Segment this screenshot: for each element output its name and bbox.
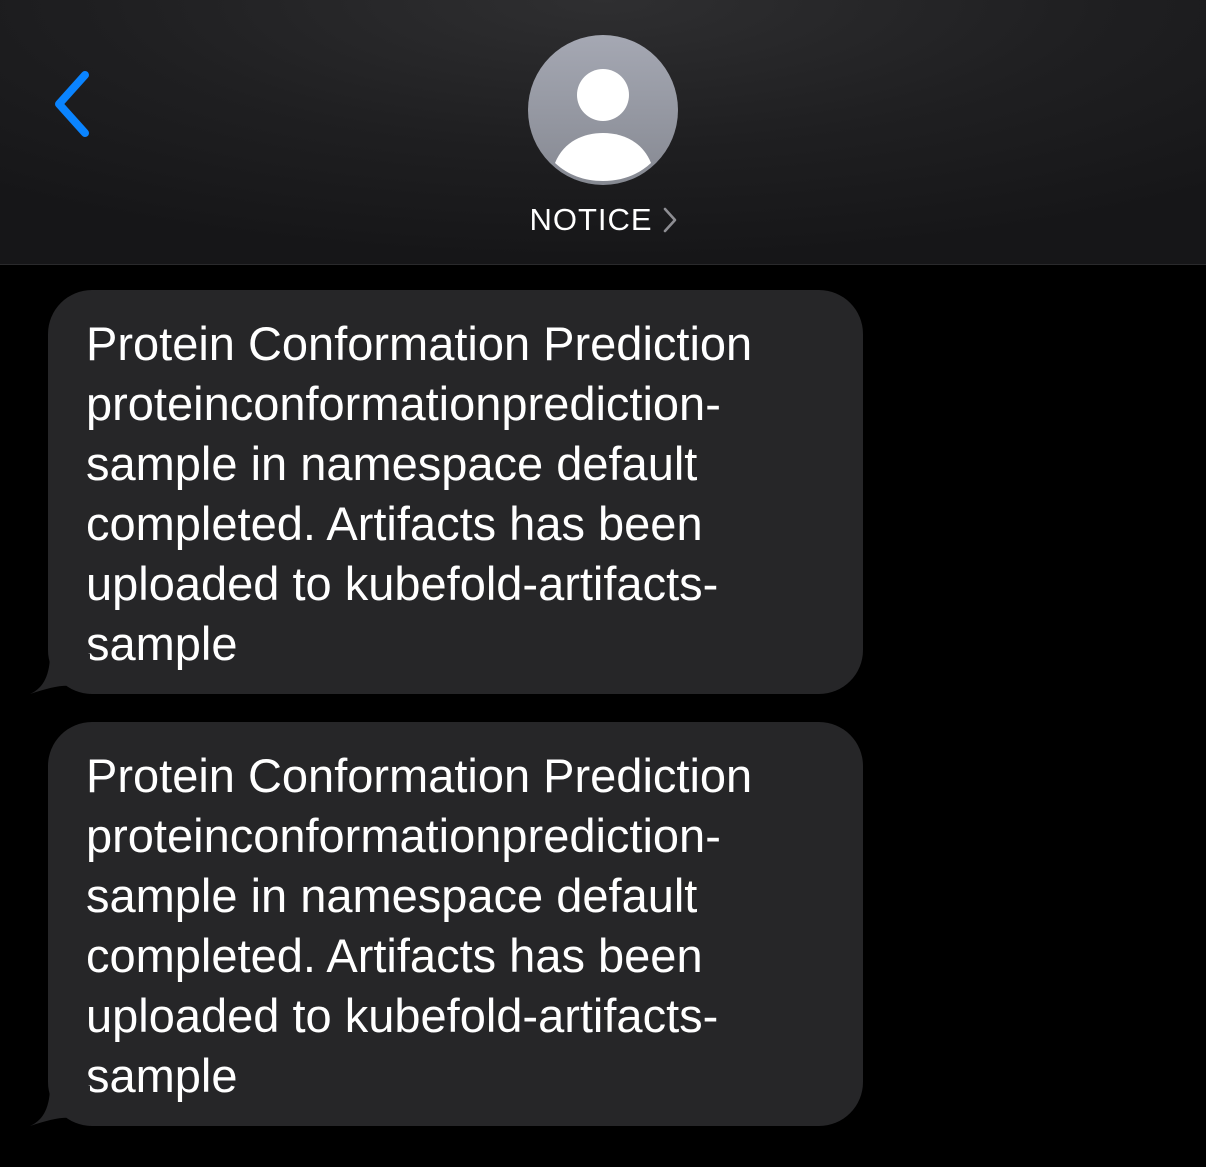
person-silhouette-icon [555, 69, 651, 181]
message-item: Protein Conformation Prediction proteinc… [30, 290, 870, 694]
back-button[interactable] [36, 64, 106, 144]
message-line: completed. Artifacts has been [86, 497, 703, 550]
message-line: completed. Artifacts has been [86, 929, 703, 982]
message-bubble[interactable]: Protein Conformation Prediction proteinc… [48, 722, 863, 1126]
message-line: sample in namespace default [86, 869, 698, 922]
chevron-right-icon [663, 207, 677, 233]
message-line: proteinconformationprediction- [86, 809, 721, 862]
message-bubble[interactable]: Protein Conformation Prediction proteinc… [48, 290, 863, 694]
message-line: sample in namespace default [86, 437, 698, 490]
conversation-header: NOTICE [0, 0, 1206, 265]
chevron-left-icon [55, 71, 89, 137]
message-item: Protein Conformation Prediction proteinc… [30, 722, 870, 1126]
message-line: uploaded to kubefold-artifacts- [86, 989, 719, 1042]
bubble-tail [30, 1086, 90, 1126]
bubble-tail [30, 654, 90, 694]
message-line: uploaded to kubefold-artifacts- [86, 557, 719, 610]
message-line: proteinconformationprediction- [86, 377, 721, 430]
message-line: sample [86, 617, 238, 670]
contact-name: NOTICE [529, 202, 653, 237]
message-line: Protein Conformation Prediction [86, 317, 753, 370]
contact-details-link[interactable]: NOTICE [0, 198, 1206, 242]
contact-avatar[interactable] [528, 35, 678, 185]
message-line: sample [86, 1049, 238, 1102]
message-line: Protein Conformation Prediction [86, 749, 753, 802]
